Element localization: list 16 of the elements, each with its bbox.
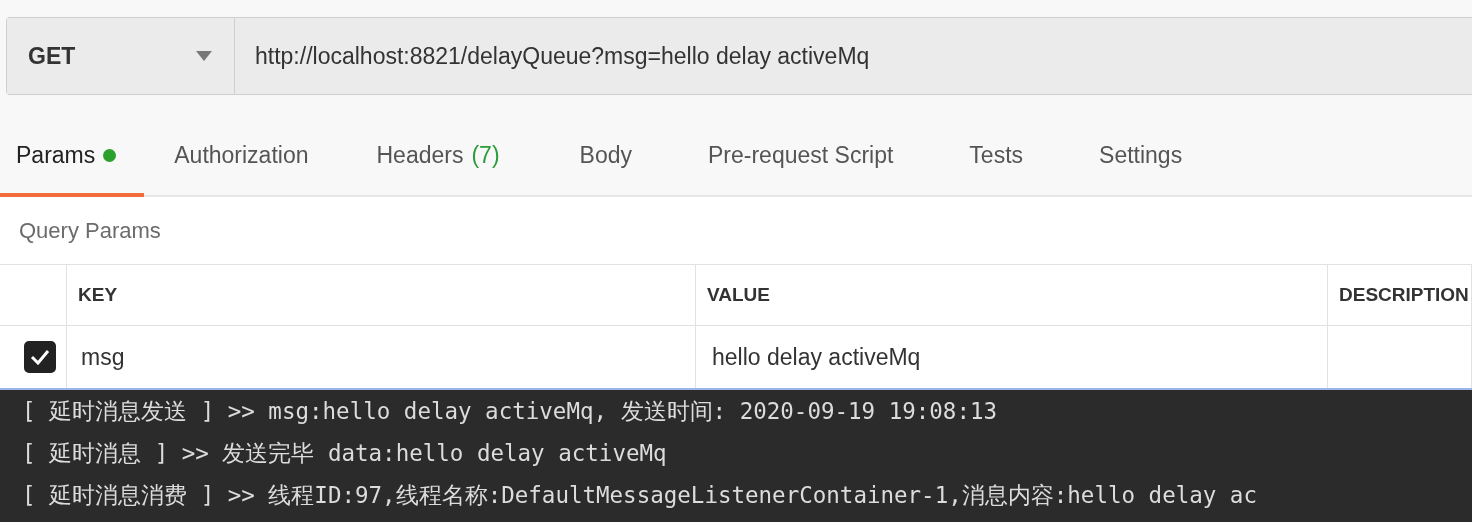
- tab[interactable]: Headers (7): [360, 117, 550, 197]
- checkbox[interactable]: [24, 341, 56, 373]
- tab[interactable]: Pre-request Script: [692, 117, 940, 197]
- tab[interactable]: Authorization: [158, 117, 347, 197]
- tab[interactable]: Body: [563, 117, 678, 197]
- section-title: Query Params: [0, 197, 1472, 265]
- tab-count: (7): [471, 141, 500, 169]
- check-icon: [30, 349, 50, 365]
- console-line: [ 延时消息消费 ] >> 线程ID:97,线程名称:DefaultMessageListenerContainer-1,消息内容:hello delay ac: [22, 481, 1258, 510]
- console-line: [ 延时消息发送 ] >> msg:hello delay activeMq, 发送时间: 2020-09-19 19:08:13: [22, 397, 999, 426]
- tab[interactable]: Settings: [1083, 117, 1229, 197]
- column-header: VALUE: [696, 265, 1328, 326]
- column-header: KEY: [67, 265, 696, 326]
- tab[interactable]: Tests: [953, 117, 1070, 197]
- column-header: DESCRIPTION: [1328, 265, 1472, 326]
- console-line: [ 延时消息 ] >> 发送完毕 data:hello delay activeMq: [22, 439, 668, 468]
